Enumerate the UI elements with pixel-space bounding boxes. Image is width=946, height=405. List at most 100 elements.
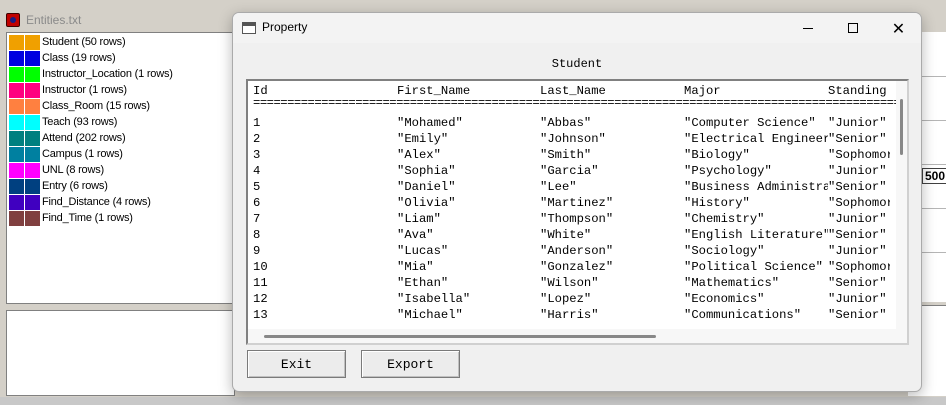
cell-major: "Business Administration" [684, 180, 828, 194]
cell-first-name: "Sophia" [397, 164, 456, 178]
table-row[interactable]: 9 "Lucas" "Anderson" "Sociology" "Junior" [253, 243, 907, 259]
cell-id: 6 [253, 196, 261, 210]
table-row[interactable]: 13 "Michael" "Harris" "Communications" "Seni… [253, 307, 907, 323]
cell-first-name: "Isabella" [397, 292, 471, 306]
entity-item[interactable]: Find_Distance (4 rows) [9, 194, 151, 210]
entity-item[interactable]: Entry (6 rows) [9, 178, 108, 194]
cell-standing: "Senior" [828, 180, 887, 194]
cell-id: 8 [253, 228, 261, 242]
table-swatch-icon [9, 162, 40, 178]
close-button[interactable]: ✕ [876, 13, 921, 43]
cell-first-name: "Olivia" [397, 196, 456, 210]
table-swatch-icon [9, 114, 40, 130]
entity-item[interactable]: Attend (202 rows) [9, 130, 126, 146]
table-row[interactable]: 5 "Daniel" "Lee" "Business Administration""… [253, 179, 907, 195]
cell-id: 9 [253, 244, 261, 258]
dialog-titlebar[interactable]: Property ✕ [233, 13, 921, 43]
cell-first-name: "Mia" [397, 260, 434, 274]
entity-label: Teach (93 rows) [42, 116, 118, 128]
table-row[interactable]: 10 "Mia" "Gonzalez" "Political Science" "Sop… [253, 259, 907, 275]
cell-id: 13 [253, 308, 268, 322]
grid-header-row: Id First_Name Last_Name Major Standing [253, 83, 907, 99]
table-swatch-icon [9, 146, 40, 162]
table-row[interactable]: 11 "Ethan" "Wilson" "Mathematics" "Senior" [253, 275, 907, 291]
entity-item[interactable]: Find_Time (1 rows) [9, 210, 133, 226]
table-row[interactable]: 3 "Alex" "Smith" "Biology" "Sophomore" [253, 147, 907, 163]
cell-last-name: "Harris" [540, 308, 599, 322]
cell-major: "History" [684, 196, 750, 210]
table-row[interactable]: 6 "Olivia" "Martinez" "History" "Sophomore" [253, 195, 907, 211]
exit-button[interactable]: Exit [247, 350, 346, 378]
vertical-scrollbar[interactable] [896, 81, 907, 343]
app-icon [6, 13, 20, 27]
table-swatch-icon [9, 178, 40, 194]
entity-item[interactable]: Teach (93 rows) [9, 114, 117, 130]
column-header-last-name[interactable]: Last_Name [540, 83, 684, 99]
table-row[interactable]: 12 "Isabella" "Lopez" "Economics" "Junior" [253, 291, 907, 307]
vertical-scroll-thumb[interactable] [900, 99, 903, 155]
table-row[interactable]: 8 "Ava" "White" "English Literature""Senior… [253, 227, 907, 243]
table-row[interactable]: 2 "Emily" "Johnson" "Electrical Engineering… [253, 131, 907, 147]
window-icon [242, 22, 256, 34]
entity-item[interactable]: Student (50 rows) [9, 34, 126, 50]
cell-id: 5 [253, 180, 261, 194]
entity-label: Instructor_Location (1 rows) [42, 68, 173, 80]
entity-item[interactable]: Class_Room (15 rows) [9, 98, 150, 114]
cell-last-name: "Garcia" [540, 164, 599, 178]
cell-standing: "Sophomore" [828, 260, 890, 274]
column-header-first-name[interactable]: First_Name [397, 83, 540, 99]
data-grid[interactable]: Id First_Name Last_Name Major Standing ======… [246, 79, 909, 345]
column-header-id[interactable]: Id [253, 83, 397, 99]
table-swatch-icon [9, 34, 40, 50]
cell-id: 1 [253, 116, 261, 130]
cell-first-name: "Michael" [397, 308, 463, 322]
column-header-standing[interactable]: Standing [828, 83, 890, 99]
cell-standing: "Junior" [828, 116, 887, 130]
maximize-icon [847, 23, 858, 33]
column-header-major[interactable]: Major [684, 83, 828, 99]
cell-last-name: "Wilson" [540, 276, 599, 290]
canvas-value-label: 500 [922, 168, 946, 184]
table-swatch-icon [9, 82, 40, 98]
table-swatch-icon [9, 50, 40, 66]
dialog-title: Property [262, 20, 308, 34]
cell-first-name: "Emily" [397, 132, 449, 146]
table-row[interactable]: 4 "Sophia" "Garcia" "Psychology" "Junior" [253, 163, 907, 179]
cell-last-name: "Gonzalez" [540, 260, 614, 274]
cell-standing: "Senior" [828, 132, 887, 146]
cell-id: 3 [253, 148, 261, 162]
cell-first-name: "Alex" [397, 148, 441, 162]
horizontal-scrollbar[interactable] [248, 329, 896, 343]
cell-major: "Economics" [684, 292, 765, 306]
entity-label: Class (19 rows) [42, 52, 116, 64]
entity-item[interactable]: Instructor_Location (1 rows) [9, 66, 173, 82]
cell-last-name: "Lee" [540, 180, 577, 194]
cell-last-name: "Anderson" [540, 244, 614, 258]
entity-item[interactable]: Campus (1 rows) [9, 146, 123, 162]
minimize-button[interactable] [785, 13, 830, 43]
horizontal-scroll-thumb[interactable] [264, 335, 656, 338]
cell-id: 12 [253, 292, 268, 306]
cell-major: "Computer Science" [684, 116, 816, 130]
table-caption: Student [551, 57, 603, 71]
close-icon: ✕ [891, 18, 906, 38]
entity-item[interactable]: UNL (8 rows) [9, 162, 104, 178]
cell-first-name: "Ava" [397, 228, 434, 242]
table-row[interactable]: 1 "Mohamed" "Abbas" "Computer Science" "Juni… [253, 115, 907, 131]
maximize-button[interactable] [830, 13, 875, 43]
entities-list[interactable]: Student (50 rows) Class (19 rows) Instruct… [6, 32, 235, 304]
cell-first-name: "Mohamed" [397, 116, 463, 130]
cell-first-name: "Lucas" [397, 244, 449, 258]
table-row[interactable]: 7 "Liam" "Thompson" "Chemistry" "Junior" [253, 211, 907, 227]
cell-id: 10 [253, 260, 268, 274]
entity-item[interactable]: Instructor (1 rows) [9, 82, 127, 98]
export-button[interactable]: Export [361, 350, 460, 378]
status-strip [0, 397, 946, 405]
cell-major: "Communications" [684, 308, 802, 322]
entity-item[interactable]: Class (19 rows) [9, 50, 116, 66]
table-swatch-icon [9, 210, 40, 226]
cell-major: "Political Science" [684, 260, 823, 274]
cell-standing: "Senior" [828, 228, 887, 242]
output-panel[interactable] [6, 310, 235, 396]
entity-label: Find_Time (1 rows) [42, 212, 133, 224]
